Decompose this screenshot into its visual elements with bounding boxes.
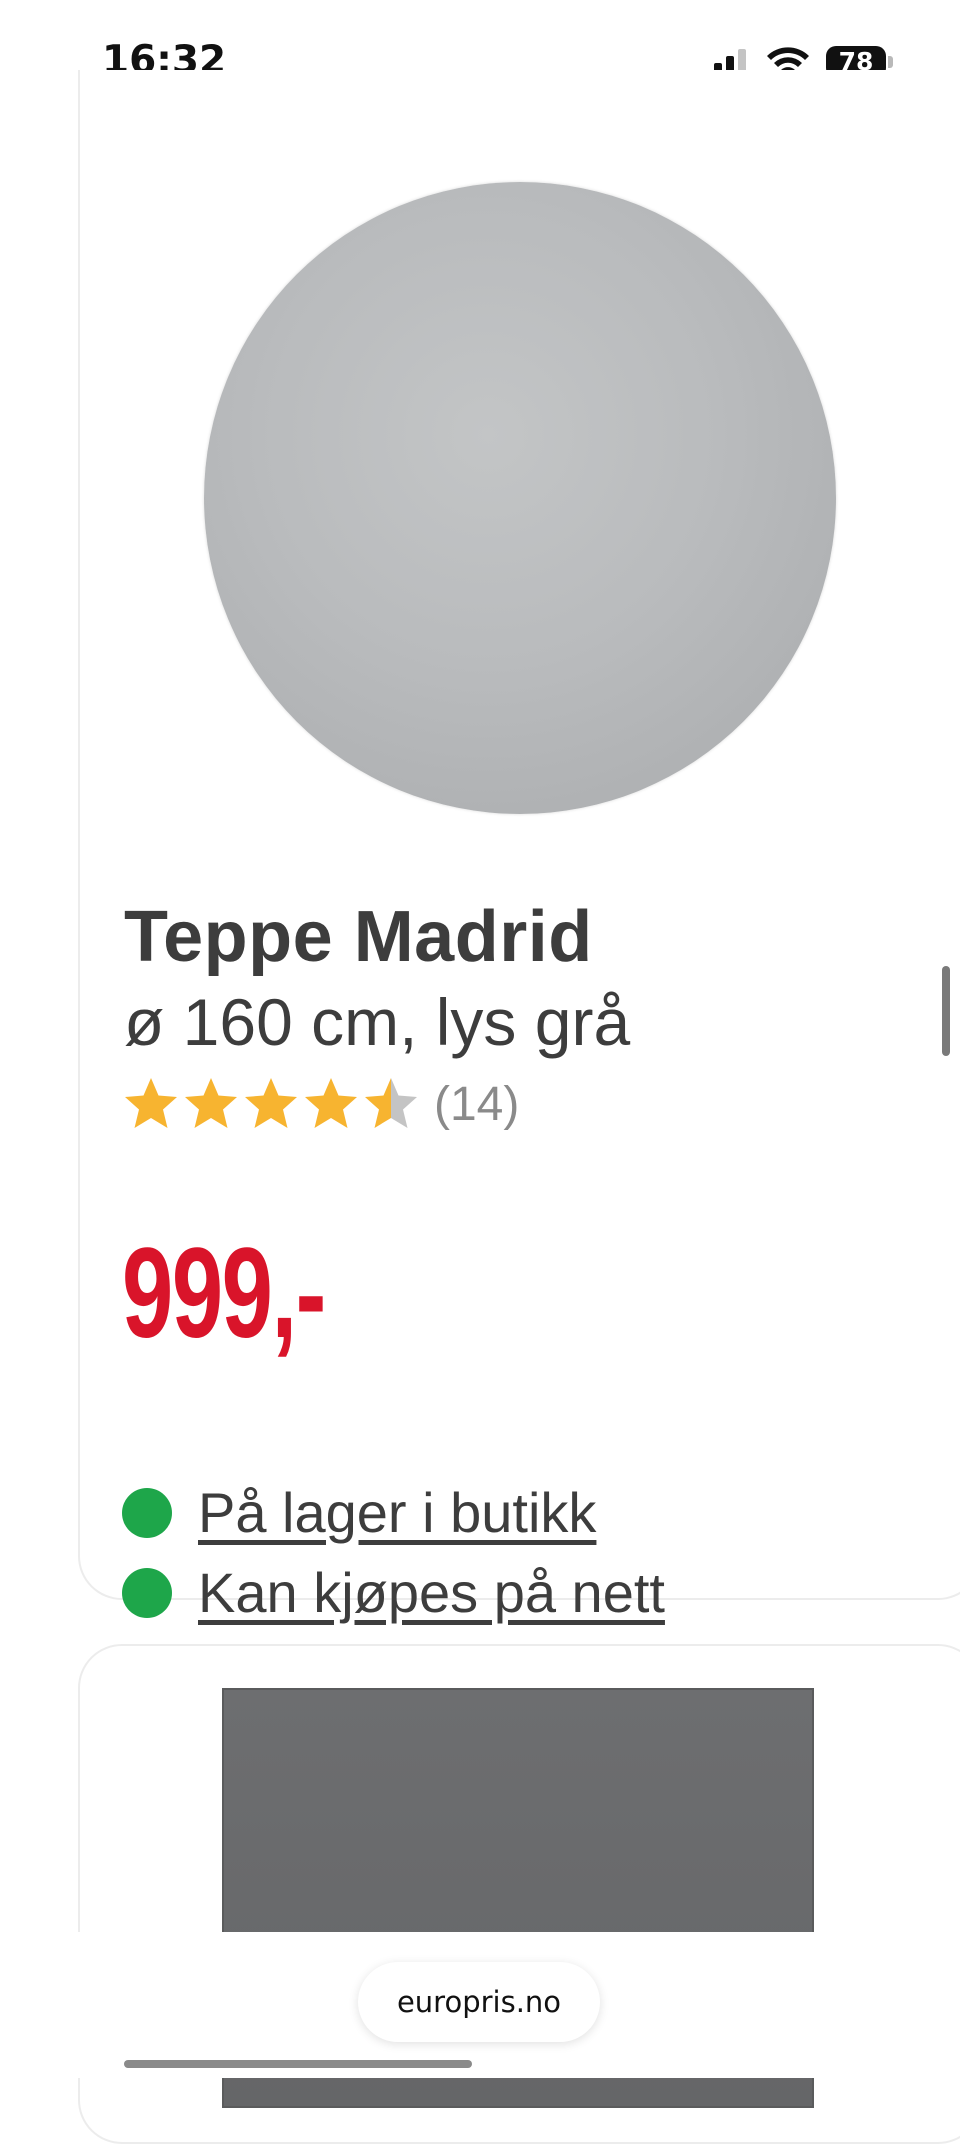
home-indicator[interactable] — [124, 2060, 472, 2068]
star-icon — [245, 1078, 297, 1128]
star-icon — [305, 1078, 357, 1128]
in-stock-dot-icon — [122, 1487, 172, 1538]
product-rating[interactable]: (14) — [122, 1074, 519, 1134]
product-price: 999,- — [122, 1222, 326, 1365]
review-count: (14) — [434, 1077, 520, 1131]
address-bar[interactable]: europris.no — [358, 1962, 600, 2042]
availability-store-link[interactable]: På lager i butikk — [198, 1480, 596, 1545]
availability-online-link[interactable]: Kan kjøpes på nett — [198, 1560, 665, 1625]
star-icon — [185, 1078, 237, 1128]
product-title[interactable]: Teppe Madrid — [124, 896, 593, 978]
availability-online[interactable]: Kan kjøpes på nett — [122, 1560, 665, 1625]
product-card[interactable]: Teppe Madrid ø 160 cm, lys grå (14) 999,… — [78, 70, 960, 1624]
product-image[interactable] — [204, 182, 836, 814]
scrollbar[interactable] — [942, 966, 950, 1056]
star-icon — [365, 1078, 417, 1128]
battery-cap — [888, 56, 893, 68]
star-icon — [125, 1078, 177, 1128]
in-stock-dot-icon — [122, 1567, 172, 1618]
availability-store[interactable]: På lager i butikk — [122, 1480, 596, 1545]
product-subtitle: ø 160 cm, lys grå — [124, 985, 631, 1059]
rating-stars — [122, 1075, 422, 1133]
